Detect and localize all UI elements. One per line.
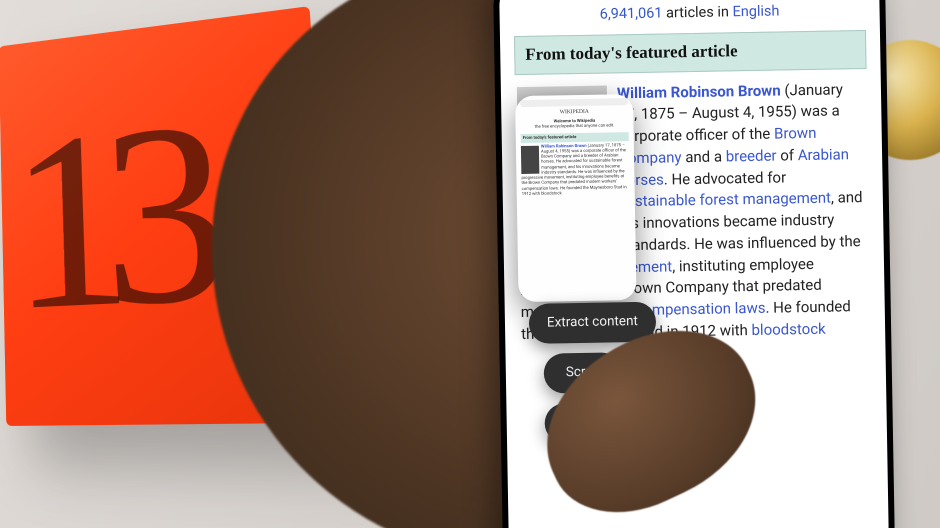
featured-article-heading: From today's featured article: [514, 30, 867, 75]
articles-count: 6,941,061: [600, 5, 663, 23]
android-nav-bar: [509, 524, 890, 528]
articles-label: articles in: [662, 3, 732, 21]
article-text: and a: [681, 147, 726, 166]
article-text: of: [776, 146, 798, 164]
preview-portrait: [521, 145, 539, 173]
photo-scene: 13 117,614 active editors 6,941,061 arti…: [0, 0, 940, 528]
article-text: . He advocated for: [664, 168, 787, 188]
box-number: 13: [9, 108, 204, 325]
preview-brand: WIKIPEDIA: [520, 108, 628, 117]
preview-sub: the free encyclopedia that anyone can ed…: [521, 123, 629, 130]
link-sustainable-forest[interactable]: sustainable forest management: [619, 189, 831, 211]
preview-section-head: From today's featured article: [521, 132, 629, 142]
articles-language-link[interactable]: English: [732, 2, 779, 20]
article-title-link[interactable]: William Robinson Brown: [617, 81, 781, 102]
screenshot-preview[interactable]: WIKIPEDIA Welcome to Wikipedia the free …: [515, 94, 637, 302]
link-breeder[interactable]: breeder: [726, 146, 777, 165]
wiki-stats: 117,614 active editors 6,941,061 article…: [513, 0, 866, 26]
preview-address-bar: [520, 98, 628, 107]
link-bloodstock[interactable]: bloodstock: [751, 320, 825, 339]
preview-body: William Robinson Brown (January 17, 1875…: [521, 143, 630, 197]
editors-count: 117,614: [618, 0, 670, 1]
